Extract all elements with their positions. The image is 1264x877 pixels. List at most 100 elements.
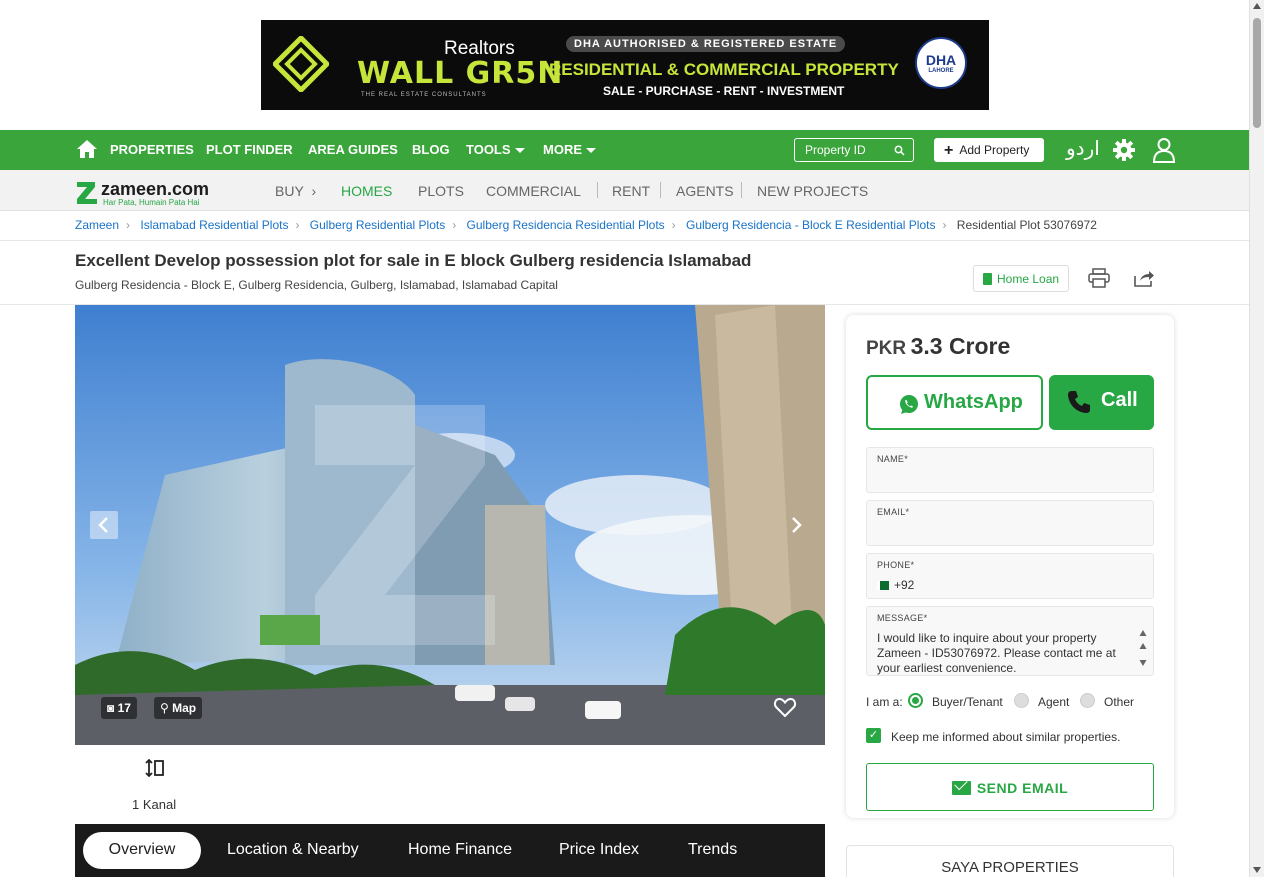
email-field[interactable]: EMAIL* bbox=[866, 500, 1154, 546]
nav-more-label: MORE bbox=[543, 142, 582, 157]
tab-price-index[interactable]: Price Index bbox=[559, 841, 639, 859]
listing-photo bbox=[75, 305, 825, 745]
chevron-right-icon: › bbox=[311, 183, 317, 199]
home-icon[interactable] bbox=[76, 139, 98, 159]
gallery-previous-button[interactable] bbox=[90, 511, 118, 539]
price-amount: 3.3 Crore bbox=[910, 333, 1011, 359]
subnav-new-projects[interactable]: NEW PROJECTS bbox=[757, 183, 868, 199]
whatsapp-icon bbox=[900, 395, 918, 414]
subnav-buy[interactable]: BUY › bbox=[275, 183, 316, 199]
camera-icon: ◙ bbox=[107, 701, 118, 715]
envelope-icon bbox=[951, 781, 971, 795]
breadcrumb-link[interactable]: Gulberg Residential Plots bbox=[310, 218, 445, 232]
name-field[interactable]: NAME* bbox=[866, 447, 1154, 493]
radio-agent[interactable] bbox=[1014, 693, 1029, 708]
keep-informed-label: Keep me informed about similar propertie… bbox=[891, 730, 1121, 744]
page-scrollbar[interactable] bbox=[1249, 0, 1264, 877]
breadcrumb: Zameen › Islamabad Residential Plots › Gul… bbox=[75, 218, 1097, 232]
price-currency: PKR bbox=[866, 338, 907, 359]
photo-gallery[interactable] bbox=[75, 305, 825, 745]
textarea-scroll-icon[interactable] bbox=[1139, 629, 1147, 667]
nav-area-guides[interactable]: AREA GUIDES bbox=[308, 142, 398, 157]
message-label: MESSAGE* bbox=[877, 613, 928, 623]
heart-icon[interactable] bbox=[773, 695, 797, 719]
message-field[interactable]: MESSAGE* I would like to inquire about y… bbox=[866, 606, 1154, 676]
pakistan-flag-icon bbox=[877, 581, 889, 590]
search-icon[interactable] bbox=[894, 145, 905, 156]
radio-label: Other bbox=[1104, 695, 1135, 709]
scroll-up-icon[interactable] bbox=[1253, 3, 1261, 9]
dha-seal-icon: DHA LAHORE bbox=[915, 37, 967, 89]
nav-more[interactable]: MORE bbox=[543, 142, 596, 157]
property-id-placeholder: Property ID bbox=[805, 143, 866, 157]
agency-name: SAYA PROPERTIES bbox=[941, 859, 1079, 876]
banner-headline: RESIDENTIAL & COMMERCIAL PROPERTY bbox=[549, 60, 899, 79]
area-icon bbox=[145, 758, 164, 778]
whatsapp-button[interactable]: WhatsApp bbox=[866, 375, 1043, 430]
chevron-right-icon: › bbox=[671, 218, 676, 232]
nav-plot-finder[interactable]: PLOT FINDER bbox=[206, 142, 293, 157]
property-id-search-input[interactable]: Property ID bbox=[794, 138, 914, 162]
add-property-button[interactable]: + Add Property bbox=[934, 138, 1044, 162]
agency-card[interactable]: SAYA PROPERTIES bbox=[846, 845, 1174, 877]
email-label: EMAIL* bbox=[877, 507, 910, 517]
share-icon[interactable] bbox=[1133, 268, 1155, 288]
divider bbox=[660, 182, 661, 198]
breadcrumb-link[interactable]: Islamabad Residential Plots bbox=[140, 218, 288, 232]
chevron-right-icon: › bbox=[452, 218, 457, 232]
map-badge[interactable]: ⚲ Map bbox=[154, 697, 203, 719]
banner-brand: WALL GR5N bbox=[357, 56, 564, 91]
map-pin-icon: ⚲ bbox=[160, 701, 173, 715]
zameen-logo-icon bbox=[77, 182, 97, 204]
gear-icon[interactable] bbox=[1112, 138, 1136, 162]
banner-dha-badge: DHA AUTHORISED & REGISTERED ESTATE bbox=[566, 36, 846, 52]
logo-name: zameen.com bbox=[101, 179, 210, 199]
nav-tools-label: TOOLS bbox=[466, 142, 511, 157]
gallery-next-button[interactable] bbox=[782, 511, 810, 539]
subnav-agents[interactable]: AGENTS bbox=[676, 183, 734, 199]
radio-other[interactable] bbox=[1080, 693, 1095, 708]
tab-trends[interactable]: Trends bbox=[688, 841, 737, 859]
subnav-buy-label: BUY bbox=[275, 183, 304, 199]
whatsapp-label: WhatsApp bbox=[924, 391, 1023, 413]
chevron-right-icon: › bbox=[942, 218, 947, 232]
section-tabs: Overview Location & Nearby Home Finance … bbox=[75, 824, 825, 877]
home-loan-button[interactable]: Home Loan bbox=[973, 265, 1069, 292]
chevron-down-icon bbox=[586, 148, 596, 154]
nav-blog[interactable]: BLOG bbox=[412, 142, 450, 157]
print-icon[interactable] bbox=[1088, 268, 1110, 288]
send-email-button[interactable]: SEND EMAIL bbox=[866, 763, 1154, 811]
user-account-icon[interactable] bbox=[1152, 137, 1176, 163]
subnav-commercial[interactable]: COMMERCIAL bbox=[486, 183, 581, 199]
urdu-language-toggle[interactable]: اردو bbox=[1066, 136, 1100, 161]
nav-properties[interactable]: PROPERTIES bbox=[110, 142, 194, 157]
subnav-plots[interactable]: PLOTS bbox=[418, 183, 464, 199]
phone-label: PHONE* bbox=[877, 560, 915, 570]
breadcrumb-link[interactable]: Gulberg Residencia - Block E Residential… bbox=[686, 218, 935, 232]
scroll-down-icon[interactable] bbox=[1253, 867, 1261, 873]
name-label: NAME* bbox=[877, 454, 909, 464]
breadcrumb-link[interactable]: Zameen bbox=[75, 218, 119, 232]
keep-informed-checkbox[interactable]: ✓ bbox=[866, 728, 881, 743]
ad-banner[interactable]: Realtors WALL GR5N THE REAL ESTATE CONSU… bbox=[261, 20, 989, 110]
breadcrumb-link[interactable]: Gulberg Residencia Residential Plots bbox=[467, 218, 665, 232]
photo-count-badge[interactable]: ◙ 17 bbox=[101, 697, 137, 719]
banner-tagline: THE REAL ESTATE CONSULTANTS bbox=[361, 92, 487, 98]
tab-overview[interactable]: Overview bbox=[83, 832, 201, 869]
tab-location-nearby[interactable]: Location & Nearby bbox=[227, 841, 359, 859]
message-value: I would like to inquire about your prope… bbox=[877, 631, 1116, 675]
iam-label: I am a: bbox=[866, 695, 903, 709]
tab-home-finance[interactable]: Home Finance bbox=[408, 841, 512, 859]
area-value: 1 Kanal bbox=[132, 797, 177, 812]
map-label: Map bbox=[172, 701, 197, 715]
phone-field[interactable]: PHONE* +92 bbox=[866, 553, 1154, 599]
subnav-rent[interactable]: RENT bbox=[612, 183, 650, 199]
nav-tools[interactable]: TOOLS bbox=[466, 142, 525, 157]
scrollbar-thumb[interactable] bbox=[1253, 18, 1261, 128]
call-label: Call bbox=[1101, 389, 1138, 411]
radio-buyer-tenant[interactable] bbox=[908, 693, 923, 708]
subnav-homes[interactable]: HOMES bbox=[341, 183, 392, 199]
call-button[interactable]: Call bbox=[1049, 375, 1154, 430]
phone-icon bbox=[1068, 391, 1090, 413]
divider bbox=[597, 182, 598, 198]
